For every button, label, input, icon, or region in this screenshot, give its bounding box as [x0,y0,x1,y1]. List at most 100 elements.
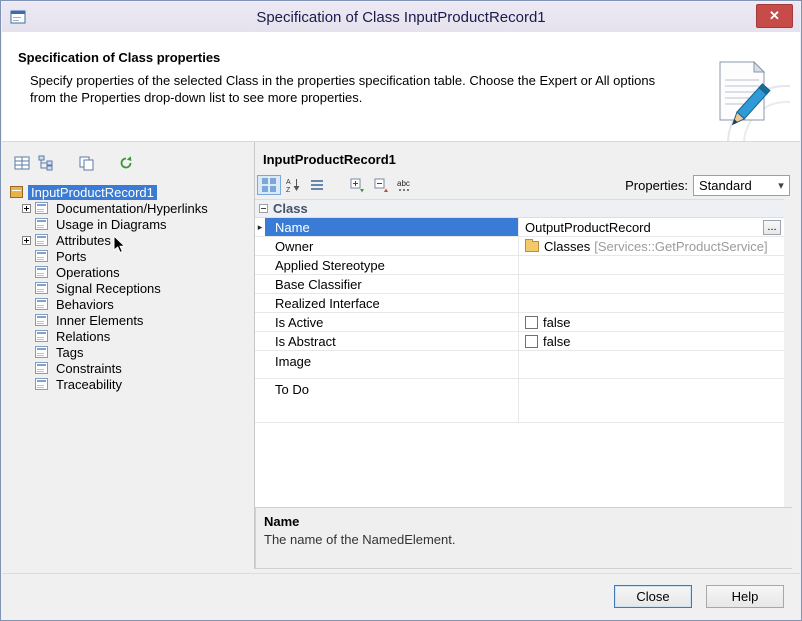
svg-text:A: A [286,179,291,186]
is-active-value: false [543,315,570,330]
properties-table: Class ▸ Name OutputProductRecord ... Own… [255,199,784,507]
expander-spacer [22,332,31,341]
expander-spacer [22,348,31,357]
properties-dropdown[interactable]: Standard ▾ [693,175,790,196]
is-abstract-checkbox[interactable] [525,335,538,348]
list-lines-icon [309,177,325,193]
categorized-view-icon [261,177,277,193]
tree-item-tags[interactable]: Tags [10,344,250,360]
expand-plus-icon[interactable] [22,236,31,245]
expand-all-icon [349,177,365,193]
folder-icon [525,241,539,252]
table-empty-area [255,423,784,507]
spelling-button[interactable]: abc [393,175,417,195]
document-icon [35,330,48,342]
property-row-is-active[interactable]: Is Active false [255,313,784,332]
tree-toolbar [10,152,250,174]
specification-dialog: Specification of Class InputProductRecor… [0,0,802,621]
copy-icon [78,155,94,171]
document-icon [35,346,48,358]
edit-name-button[interactable]: ... [763,220,781,235]
property-row-realized-interface[interactable]: Realized Interface [255,294,784,313]
close-button[interactable]: Close [614,585,692,608]
class-icon [10,186,23,198]
header-title: Specification of Class properties [18,50,220,65]
description-title: Name [264,514,784,529]
tree-item-usage-in-diagrams[interactable]: Usage in Diagrams [10,216,250,232]
tree-item-behaviors[interactable]: Behaviors [10,296,250,312]
expander-spacer [22,220,31,229]
clone-view-button[interactable] [74,153,98,173]
document-icon [35,362,48,374]
refresh-button[interactable] [114,153,138,173]
properties-dropdown-value: Standard [699,178,752,193]
tree-item-constraints[interactable]: Constraints [10,360,250,376]
tree-item-documentation[interactable]: Documentation/Hyperlinks [10,200,250,216]
group-row-class[interactable]: Class [255,200,784,218]
svg-text:Z: Z [286,187,291,193]
property-description-panel: Name The name of the NamedElement. [255,507,792,569]
tree-panel: InputProductRecord1 Documentation/Hyperl… [10,152,250,567]
collapse-nodes-button[interactable] [369,175,393,195]
sort-az-icon: A Z [285,177,301,193]
element-title: InputProductRecord1 [255,142,792,171]
titlebar: Specification of Class InputProductRecor… [2,2,800,32]
document-icon [35,250,48,262]
document-icon [35,282,48,294]
expander-spacer [22,316,31,325]
property-row-base-classifier[interactable]: Base Classifier [255,275,784,294]
tree-item-operations[interactable]: Operations [10,264,250,280]
property-row-is-abstract[interactable]: Is Abstract false [255,332,784,351]
properties-toolbar: A Z [255,171,792,199]
property-row-owner[interactable]: Owner Classes [Services::GetProductServi… [255,237,784,256]
owner-qualified-path: [Services::GetProductService] [594,239,767,254]
collapse-minus-icon[interactable] [259,204,268,213]
property-row-name[interactable]: ▸ Name OutputProductRecord ... [255,218,784,237]
name-value: OutputProductRecord [525,220,651,235]
properties-view-button[interactable] [10,153,34,173]
sort-alphabetically-button[interactable]: A Z [281,175,305,195]
chevron-down-icon: ▾ [773,179,789,192]
close-window-button[interactable]: ✕ [756,4,793,28]
header-description: Specify properties of the selected Class… [30,72,680,106]
specification-document-icon [694,56,790,142]
expander-spacer [22,300,31,309]
property-row-applied-stereotype[interactable]: Applied Stereotype [255,256,784,275]
tree-item-relations[interactable]: Relations [10,328,250,344]
abc-icon: abc [396,177,414,193]
hierarchy-icon [38,155,54,171]
expander-spacer [22,380,31,389]
tree-item-attributes[interactable]: Attributes [10,232,250,248]
tree-item-inner-elements[interactable]: Inner Elements [10,312,250,328]
help-button[interactable]: Help [706,585,784,608]
document-icon [35,202,48,214]
tree-item-traceability[interactable]: Traceability [10,376,250,392]
show-description-button[interactable] [305,175,329,195]
table-view-icon [14,155,30,171]
window-icon [10,9,26,25]
tree-item-signal-receptions[interactable]: Signal Receptions [10,280,250,296]
is-abstract-value: false [543,334,570,349]
property-row-image[interactable]: Image [255,351,784,379]
document-icon [35,298,48,310]
window-title: Specification of Class InputProductRecor… [2,9,800,26]
expand-plus-icon[interactable] [22,204,31,213]
properties-label: Properties: [625,178,688,193]
expander-spacer [22,364,31,373]
categorized-view-button[interactable] [257,175,281,195]
document-icon [35,266,48,278]
expander-spacer [22,252,31,261]
tree-item-ports[interactable]: Ports [10,248,250,264]
dialog-footer: Close Help [2,573,800,619]
owner-value: Classes [544,239,590,254]
collapse-all-icon [373,177,389,193]
tree-view-button[interactable] [34,153,58,173]
is-active-checkbox[interactable] [525,316,538,329]
expand-nodes-button[interactable] [345,175,369,195]
tree-item-root[interactable]: InputProductRecord1 [10,184,250,200]
document-icon [35,234,48,246]
main-area: InputProductRecord1 Documentation/Hyperl… [2,142,800,573]
refresh-icon [118,155,134,171]
document-icon [35,218,48,230]
property-row-todo[interactable]: To Do [255,379,784,423]
